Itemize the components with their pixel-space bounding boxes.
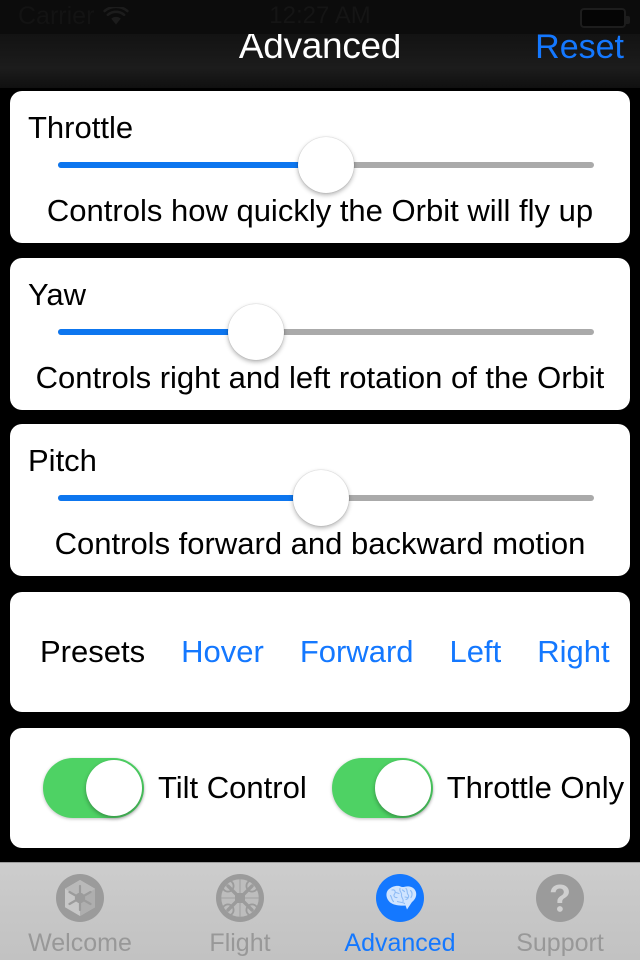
slider-description-throttle: Controls how quickly the Orbit will fly … (46, 193, 594, 228)
slider-fill (58, 329, 257, 335)
throttle-only-label: Throttle Only (446, 770, 625, 805)
slider-thumb[interactable] (298, 137, 354, 193)
app-screen: Advanced Reset Carrier 12:27 AM Throttle… (0, 0, 640, 960)
tab-label-support: Support (516, 929, 604, 957)
slider-thumb[interactable] (292, 470, 349, 526)
preset-button-forward[interactable]: Forward (300, 633, 414, 671)
presets-label: Presets (40, 634, 146, 669)
preset-button-hover[interactable]: Hover (181, 633, 264, 671)
slider-fill (58, 162, 326, 168)
preset-button-left[interactable]: Left (450, 633, 502, 671)
brain-icon (376, 874, 424, 922)
tilt-control-label: Tilt Control (158, 770, 307, 805)
tab-advanced[interactable]: Advanced (320, 863, 480, 960)
presets-card: Presets Hover Forward Left Right (10, 592, 630, 712)
toggles-row: Tilt Control Throttle Only (10, 728, 630, 848)
slider-description-yaw: Controls right and left rotation of the … (35, 360, 605, 395)
drone-hexagon-icon (56, 874, 104, 922)
toggles-card: Tilt Control Throttle Only (10, 728, 630, 848)
toggle-group-throttle-only: Throttle Only (331, 758, 625, 818)
tab-flight[interactable]: Flight (160, 863, 320, 960)
slider-label-pitch: Pitch (28, 443, 97, 478)
switch-knob (86, 760, 142, 816)
pitch-slider[interactable] (58, 470, 594, 526)
tab-label-advanced: Advanced (344, 929, 456, 957)
quadcopter-icon (216, 874, 264, 922)
slider-description-pitch: Controls forward and backward motion (54, 526, 586, 561)
tab-bar: Welcome Flight Advanced Support (0, 862, 640, 960)
slider-thumb[interactable] (228, 304, 285, 360)
slider-label-yaw: Yaw (28, 277, 87, 312)
slider-card-throttle: Throttle Controls how quickly the Orbit … (10, 91, 630, 243)
slider-card-pitch: Pitch Controls forward and backward moti… (10, 424, 630, 576)
slider-label-throttle: Throttle (28, 110, 134, 145)
battery-icon (580, 8, 630, 28)
tilt-control-switch[interactable] (43, 758, 144, 818)
preset-button-right[interactable]: Right (537, 633, 609, 671)
tab-label-flight: Flight (209, 929, 271, 957)
switch-knob (374, 760, 431, 816)
yaw-slider[interactable] (58, 304, 594, 360)
tab-label-welcome: Welcome (28, 929, 132, 957)
tab-support[interactable]: Support (480, 863, 640, 960)
toggle-group-tilt-control: Tilt Control (43, 758, 307, 818)
question-mark-icon (536, 874, 584, 922)
slider-fill (58, 495, 321, 501)
presets-row: Presets Hover Forward Left Right (10, 592, 630, 712)
status-bar-clock: 12:27 AM (269, 2, 371, 29)
status-bar: Carrier 12:27 AM (0, 0, 640, 34)
tab-welcome[interactable]: Welcome (0, 863, 160, 960)
throttle-slider[interactable] (58, 137, 594, 193)
slider-card-yaw: Yaw Controls right and left rotation of … (10, 258, 630, 410)
throttle-only-switch[interactable] (331, 758, 433, 818)
